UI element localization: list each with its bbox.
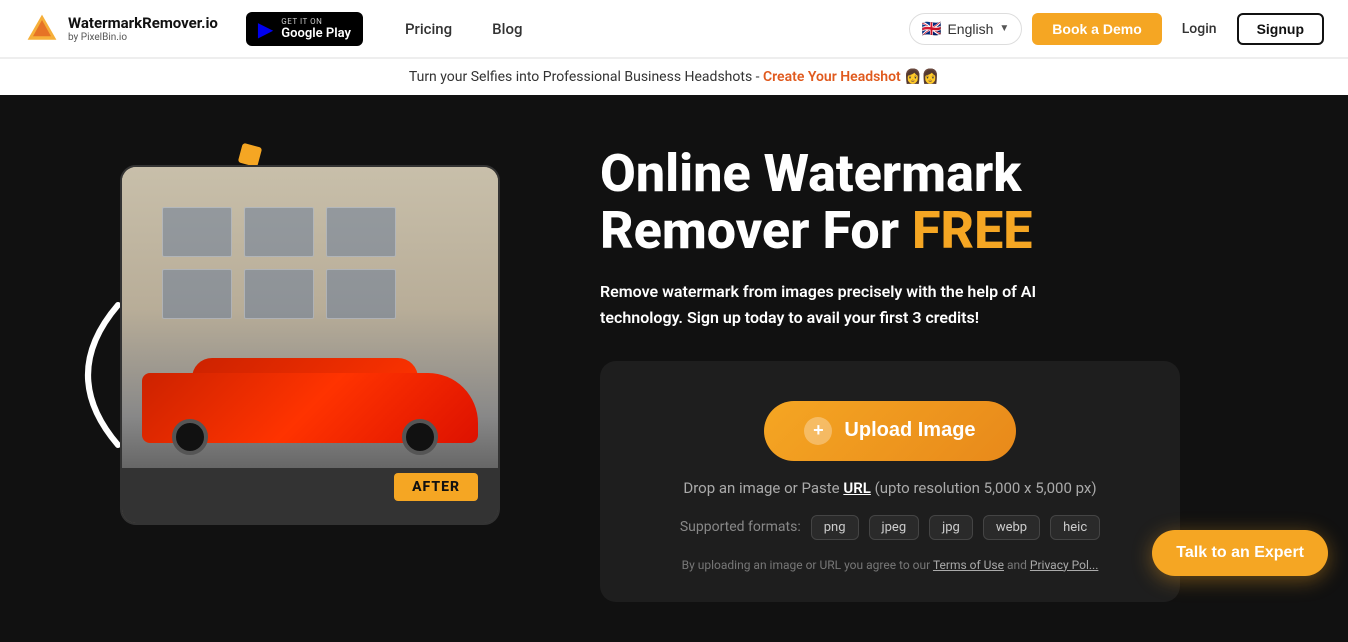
hero-section: AFTER Online Watermark Remover For FREE … <box>0 95 1348 642</box>
navbar: WatermarkRemover.io by PixelBin.io ▶ GET… <box>0 0 1348 58</box>
logo-sub-text: by PixelBin.io <box>68 32 218 43</box>
login-link[interactable]: Login <box>1172 13 1227 45</box>
announcement-bar: Turn your Selfies into Professional Busi… <box>0 58 1348 95</box>
formats-row: Supported formats: png jpeg jpg webp hei… <box>680 515 1100 540</box>
after-badge: AFTER <box>394 473 478 501</box>
signup-button[interactable]: Signup <box>1237 13 1324 45</box>
flag-icon: 🇬🇧 <box>922 19 942 39</box>
format-jpeg: jpeg <box>869 515 920 540</box>
logo-main-text: WatermarkRemover.io <box>68 14 218 32</box>
hero-desc-strong: Remove watermark from images precisely w… <box>600 282 1036 327</box>
formats-label: Supported formats: <box>680 519 801 535</box>
talk-to-expert-button[interactable]: Talk to an Expert <box>1152 530 1328 576</box>
gp-small-text: GET IT ON <box>281 17 351 26</box>
announcement-emoji: 👩👩 <box>904 69 939 85</box>
book-demo-button[interactable]: Book a Demo <box>1032 13 1161 45</box>
upload-image-button[interactable]: + Upload Image <box>764 401 1015 461</box>
chevron-down-icon: ▼ <box>999 23 1009 34</box>
hero-title: Online Watermark Remover For FREE <box>600 145 1268 259</box>
nav-blog[interactable]: Blog <box>474 14 540 44</box>
nav-pricing[interactable]: Pricing <box>387 14 470 44</box>
google-play-icon: ▶ <box>258 17 273 41</box>
gp-big-text: Google Play <box>281 26 351 41</box>
demo-image-card: AFTER <box>120 165 500 525</box>
announcement-text: Turn your Selfies into Professional Busi… <box>409 69 760 85</box>
tos-text: By uploading an image or URL you agree t… <box>682 558 1099 572</box>
tos-prefix: By uploading an image or URL you agree t… <box>682 558 931 572</box>
create-headshot-link[interactable]: Create Your Headshot <box>763 69 901 85</box>
hero-free-text: FREE <box>912 200 1032 261</box>
upload-area: + Upload Image Drop an image or Paste UR… <box>600 361 1180 602</box>
hero-description: Remove watermark from images precisely w… <box>600 279 1120 330</box>
terms-of-use-link[interactable]: Terms of Use <box>933 558 1004 572</box>
tos-and: and <box>1007 558 1027 572</box>
car-image <box>122 167 498 523</box>
red-car <box>142 333 478 463</box>
drop-text-after: (upto resolution 5,000 x 5,000 px) <box>875 479 1097 497</box>
language-selector[interactable]: 🇬🇧 English ▼ <box>909 13 1023 45</box>
upload-button-label: Upload Image <box>844 419 975 442</box>
deco-square-orange-top <box>238 143 262 167</box>
hero-image-area: AFTER <box>60 135 540 525</box>
lang-label: English <box>947 21 993 37</box>
logo[interactable]: WatermarkRemover.io by PixelBin.io <box>24 11 218 47</box>
nav-links: Pricing Blog <box>387 14 893 44</box>
drop-text: Drop an image or Paste URL (upto resolut… <box>683 479 1096 497</box>
hero-title-line2: Remover For <box>600 200 912 261</box>
building-windows <box>162 207 396 319</box>
privacy-policy-link[interactable]: Privacy Pol... <box>1030 558 1099 572</box>
plus-icon: + <box>804 417 832 445</box>
nav-right: 🇬🇧 English ▼ Book a Demo Login Signup <box>909 13 1324 45</box>
curved-decoration <box>68 295 128 455</box>
format-png: png <box>811 515 859 540</box>
url-link[interactable]: URL <box>843 479 871 497</box>
hero-title-line1: Online Watermark <box>600 143 1021 204</box>
drop-text-before: Drop an image or Paste <box>683 479 839 497</box>
format-webp: webp <box>983 515 1040 540</box>
format-jpg: jpg <box>929 515 973 540</box>
logo-icon <box>24 11 60 47</box>
google-play-button[interactable]: ▶ GET IT ON Google Play <box>246 12 363 46</box>
format-heic: heic <box>1050 515 1100 540</box>
